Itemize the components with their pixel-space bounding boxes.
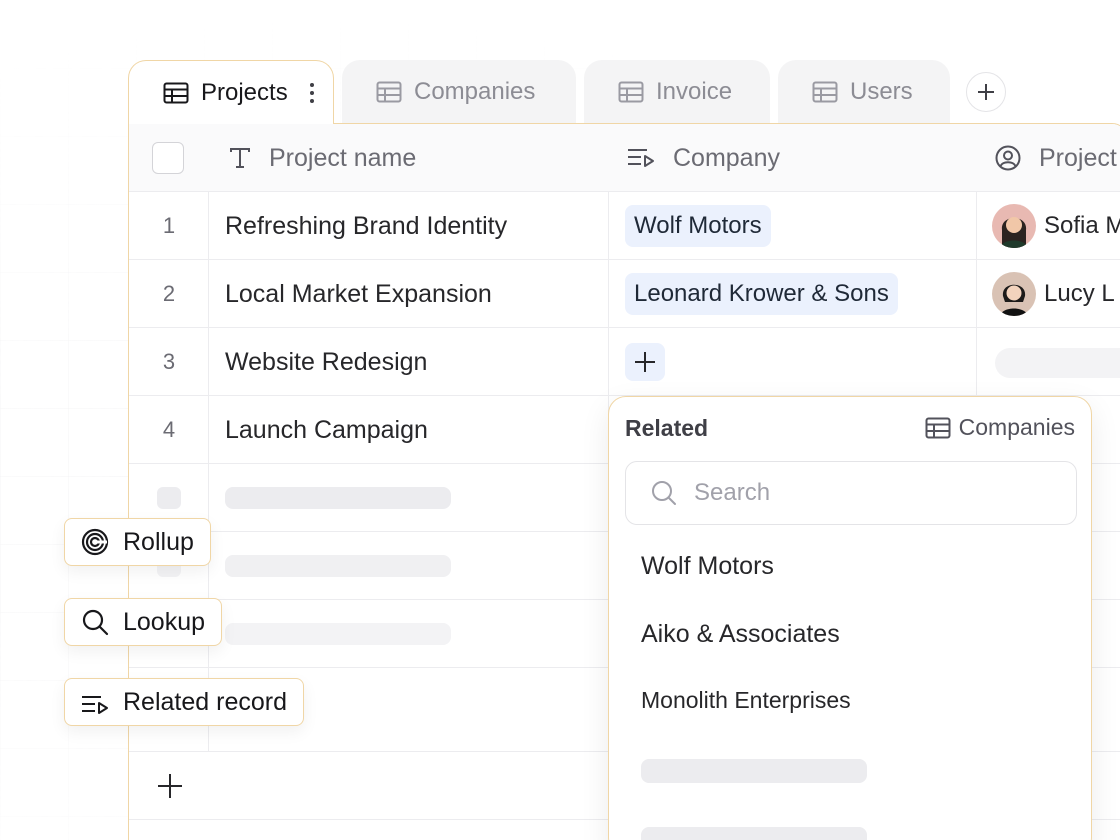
related-record-icon — [81, 688, 109, 716]
user-circle-icon — [995, 145, 1021, 171]
search-icon — [81, 608, 109, 636]
loading-placeholder — [641, 759, 867, 783]
tab-projects[interactable]: Projects — [128, 60, 334, 124]
dropdown-option-wolf-motors[interactable]: Wolf Motors — [641, 552, 774, 581]
tab-label: Invoice — [656, 78, 733, 105]
select-all-checkbox[interactable] — [152, 142, 184, 174]
tab-companies[interactable]: Companies — [342, 60, 576, 124]
table-row[interactable]: 3 Website Redesign — [129, 328, 1120, 396]
text-type-icon — [230, 148, 250, 168]
row-number: 2 — [162, 281, 176, 306]
loading-placeholder — [225, 623, 451, 645]
column-header-label: Project name — [269, 143, 417, 172]
plus-icon — [635, 352, 655, 372]
row-number: 3 — [162, 349, 176, 374]
field-type-rollup[interactable]: Rollup — [64, 518, 211, 566]
related-record-icon — [628, 149, 654, 167]
more-options-icon[interactable] — [309, 82, 314, 103]
owner-name: Lucy L — [1044, 280, 1115, 307]
loading-placeholder — [225, 555, 451, 577]
column-header-project-name[interactable]: Project name — [229, 124, 416, 192]
owner-cell[interactable]: Sofia M — [992, 192, 1120, 260]
search-input[interactable] — [694, 479, 1054, 507]
add-related-button[interactable] — [625, 343, 665, 381]
add-tab-button[interactable] — [966, 72, 1006, 112]
column-header-label: Project — [1039, 143, 1117, 172]
loading-placeholder — [995, 348, 1120, 378]
field-type-label: Lookup — [123, 607, 206, 636]
tab-label: Projects — [201, 78, 288, 106]
row-number: 1 — [162, 213, 176, 238]
company-cell[interactable]: Wolf Motors — [625, 192, 771, 260]
dropdown-option-monolith-enterprises[interactable]: Monolith Enterprises — [641, 687, 851, 714]
dropdown-title: Related — [625, 415, 709, 441]
owner-cell[interactable]: Lucy L — [992, 260, 1115, 328]
company-chip[interactable]: Wolf Motors — [625, 205, 771, 247]
tab-label: Companies — [414, 78, 536, 105]
column-header-project-owner[interactable]: Project — [995, 124, 1117, 192]
search-icon — [652, 481, 676, 505]
project-name-cell[interactable]: Local Market Expansion — [225, 260, 492, 328]
project-name-cell[interactable]: Refreshing Brand Identity — [225, 192, 507, 260]
tab-invoice[interactable]: Invoice — [584, 60, 770, 124]
table-icon — [618, 81, 644, 103]
company-cell[interactable]: Leonard Krower & Sons — [625, 260, 898, 328]
column-header-company[interactable]: Company — [627, 124, 780, 192]
company-chip[interactable]: Leonard Krower & Sons — [625, 273, 898, 315]
field-type-label: Related record — [123, 687, 287, 716]
dropdown-source-label: Companies — [958, 414, 1075, 440]
loading-placeholder — [225, 487, 451, 509]
table-row[interactable]: 1 Refreshing Brand Identity Wolf Motors … — [129, 192, 1120, 260]
rollup-spiral-icon — [81, 528, 109, 556]
table-header: Project name Company Project — [129, 124, 1120, 192]
table-row[interactable]: 2 Local Market Expansion Leonard Krower … — [129, 260, 1120, 328]
loading-placeholder — [157, 487, 181, 509]
project-name-cell[interactable]: Website Redesign — [225, 328, 427, 396]
plus-icon — [158, 774, 182, 798]
related-record-dropdown: Related Companies Wolf Motors Aiko & Ass… — [608, 396, 1092, 840]
project-name-cell[interactable]: Launch Campaign — [225, 396, 428, 464]
avatar — [992, 272, 1036, 316]
field-type-label: Rollup — [123, 527, 194, 556]
plus-icon — [978, 84, 994, 100]
table-icon — [925, 417, 951, 439]
dropdown-source-table[interactable]: Companies — [925, 414, 1075, 441]
search-box[interactable] — [625, 461, 1077, 525]
table-icon — [376, 81, 402, 103]
dropdown-option-aiko-associates[interactable]: Aiko & Associates — [641, 620, 840, 649]
field-type-related-record[interactable]: Related record — [64, 678, 304, 726]
field-type-lookup[interactable]: Lookup — [64, 598, 223, 646]
tab-users[interactable]: Users — [778, 60, 950, 124]
row-number: 4 — [162, 417, 176, 442]
table-icon — [812, 81, 838, 103]
company-cell[interactable] — [625, 328, 665, 396]
column-header-label: Company — [673, 143, 780, 172]
owner-name: Sofia M — [1044, 212, 1120, 239]
avatar — [992, 204, 1036, 248]
tab-label: Users — [850, 78, 913, 105]
table-icon — [163, 82, 189, 104]
loading-placeholder — [641, 827, 867, 840]
